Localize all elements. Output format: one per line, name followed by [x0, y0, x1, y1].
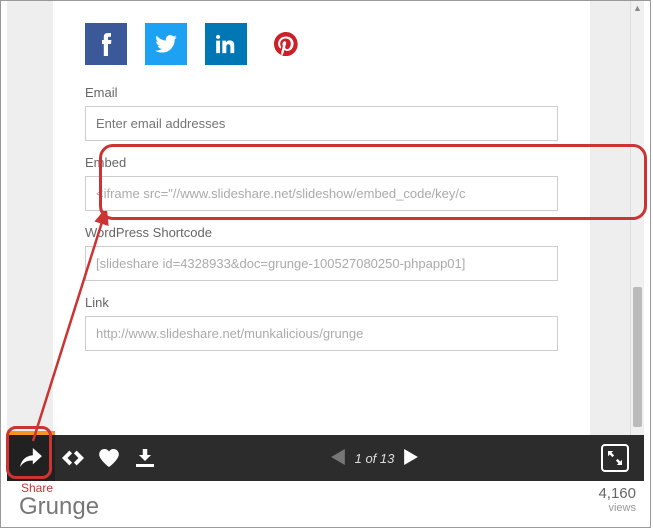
social-buttons [85, 23, 558, 65]
scrollbar-up-icon[interactable]: ▲ [633, 3, 642, 15]
wordpress-group: WordPress Shortcode [85, 225, 558, 281]
scrollbar[interactable]: ▲ [630, 1, 644, 435]
link-input[interactable] [85, 316, 558, 351]
linkedin-button[interactable] [205, 23, 247, 65]
link-label: Link [85, 295, 558, 310]
pager-text: 1 of 13 [355, 451, 395, 466]
views-count: 4,160 [598, 485, 636, 502]
pinterest-button[interactable] [265, 23, 307, 65]
share-box: Email Embed WordPress Shortcode Link [53, 1, 590, 435]
prev-slide-icon[interactable] [331, 449, 345, 468]
next-slide-icon[interactable] [404, 449, 418, 468]
facebook-button[interactable] [85, 23, 127, 65]
email-input[interactable] [85, 106, 558, 141]
footer: Share Grunge 4,160 views [7, 481, 644, 527]
wordpress-label: WordPress Shortcode [85, 225, 558, 240]
email-group: Email [85, 85, 558, 141]
views-label: views [598, 502, 636, 514]
link-group: Link [85, 295, 558, 351]
like-icon[interactable] [91, 435, 127, 481]
wordpress-input[interactable] [85, 246, 558, 281]
fullscreen-icon[interactable] [601, 444, 629, 472]
embed-label: Embed [85, 155, 558, 170]
share-icon[interactable] [7, 435, 55, 481]
download-icon[interactable] [127, 435, 163, 481]
pager: 1 of 13 [163, 449, 586, 468]
views-counter: 4,160 views [598, 481, 636, 514]
embed-group: Embed [85, 155, 558, 211]
email-label: Email [85, 85, 558, 100]
page-title: Grunge [19, 493, 99, 521]
embed-toggle-icon[interactable] [55, 435, 91, 481]
share-panel: Email Embed WordPress Shortcode Link ▲ [7, 1, 644, 435]
player-toolbar: 1 of 13 [7, 435, 644, 481]
twitter-button[interactable] [145, 23, 187, 65]
toolbar-accent [9, 431, 55, 435]
embed-input[interactable] [85, 176, 558, 211]
scrollbar-thumb[interactable] [633, 287, 642, 427]
